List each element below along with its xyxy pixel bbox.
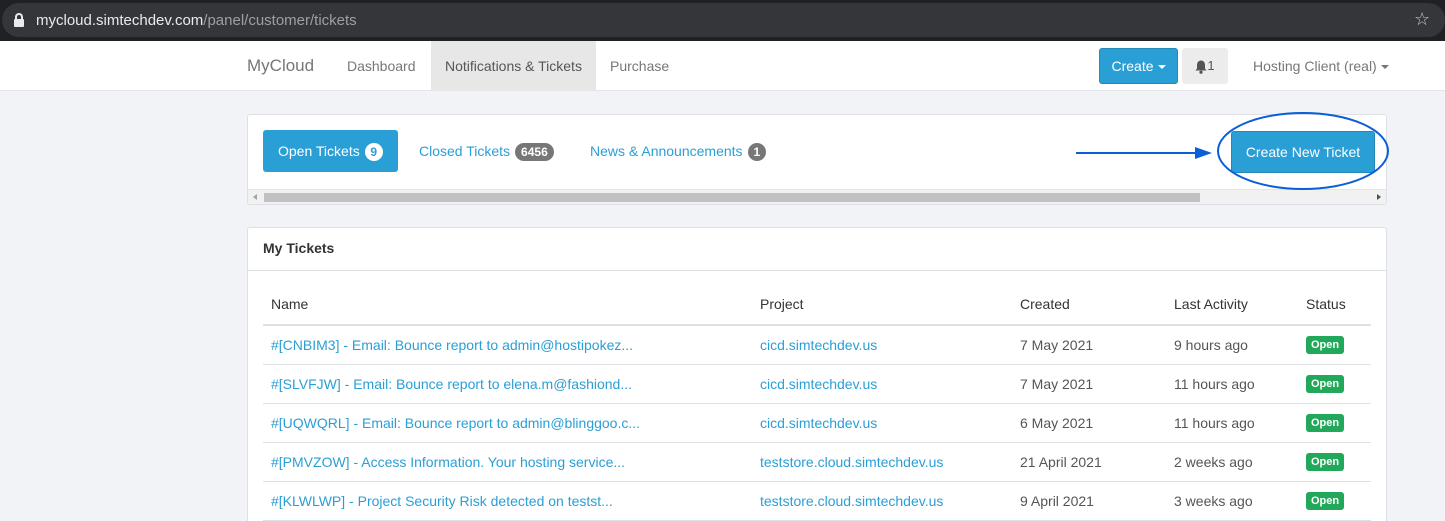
- column-header-last-activity[interactable]: Last Activity: [1166, 284, 1298, 326]
- brand-logo[interactable]: MyCloud: [247, 56, 314, 76]
- news-count-badge: 1: [747, 143, 767, 162]
- url-path: /panel/customer/tickets: [203, 12, 357, 29]
- tab-label: News & Announcements: [590, 143, 743, 159]
- ticket-name-link[interactable]: #[KLWLWP] - Project Security Risk detect…: [263, 481, 752, 521]
- nav-notifications-tickets[interactable]: Notifications & Tickets: [431, 41, 596, 91]
- caret-down-icon: [1157, 65, 1166, 70]
- tab-label: Open Tickets: [278, 143, 360, 159]
- url-host: mycloud.simtechdev.com: [36, 12, 204, 29]
- user-menu[interactable]: Hosting Client (real): [1253, 41, 1389, 91]
- ticket-status-cell: Open: [1298, 481, 1371, 521]
- ticket-name-link[interactable]: #[SLVFJW] - Email: Bounce report to elen…: [263, 364, 752, 404]
- tickets-table: Name Project Created Last Activity Statu…: [263, 284, 1371, 521]
- status-badge: Open: [1306, 375, 1345, 393]
- ticket-status-cell: Open: [1298, 364, 1371, 404]
- table-row: #[UQWQRL] - Email: Bounce report to admi…: [263, 403, 1371, 443]
- table-row: #[KLWLWP] - Project Security Risk detect…: [263, 481, 1371, 521]
- ticket-status-cell: Open: [1298, 403, 1371, 443]
- ticket-status-cell: Open: [1298, 325, 1371, 365]
- status-badge: Open: [1306, 414, 1345, 432]
- table-header-row: Name Project Created Last Activity Statu…: [263, 284, 1371, 326]
- tab-open-tickets[interactable]: Open Tickets 9: [263, 130, 398, 172]
- ticket-project-link[interactable]: cicd.simtechdev.us: [752, 325, 1012, 365]
- ticket-created: 21 April 2021: [1012, 442, 1166, 482]
- browser-address-bar: mycloud.simtechdev.com/panel/customer/ti…: [0, 0, 1445, 41]
- column-header-name[interactable]: Name: [263, 284, 752, 326]
- column-header-status[interactable]: Status: [1298, 284, 1371, 326]
- url-bar[interactable]: mycloud.simtechdev.com/panel/customer/ti…: [2, 3, 1445, 37]
- url-text[interactable]: mycloud.simtechdev.com/panel/customer/ti…: [36, 12, 357, 29]
- lock-icon[interactable]: [14, 13, 24, 27]
- panel-title: My Tickets: [248, 228, 1386, 271]
- ticket-last-activity: 9 hours ago: [1166, 325, 1298, 365]
- scroll-right-icon[interactable]: [1377, 194, 1381, 200]
- status-badge: Open: [1306, 336, 1345, 355]
- table-row: #[CNBIM3] - Email: Bounce report to admi…: [263, 325, 1371, 365]
- tab-label: Closed Tickets: [419, 143, 511, 159]
- scroll-left-icon[interactable]: [253, 194, 257, 200]
- table-row: #[PMVZOW] - Access Information. Your hos…: [263, 442, 1371, 482]
- ticket-project-link[interactable]: teststore.cloud.simtechdev.us: [752, 442, 1012, 482]
- ticket-name-link[interactable]: #[UQWQRL] - Email: Bounce report to admi…: [263, 403, 752, 443]
- ticket-project-link[interactable]: cicd.simtechdev.us: [752, 364, 1012, 404]
- bell-icon: [1195, 60, 1207, 74]
- ticket-last-activity: 3 weeks ago: [1166, 481, 1298, 521]
- table-row: #[SLVFJW] - Email: Bounce report to elen…: [263, 364, 1371, 404]
- tab-closed-tickets[interactable]: Closed Tickets 6456: [404, 130, 569, 172]
- column-header-created[interactable]: Created: [1012, 284, 1166, 326]
- ticket-name-link[interactable]: #[PMVZOW] - Access Information. Your hos…: [263, 442, 752, 482]
- ticket-created: 9 April 2021: [1012, 481, 1166, 521]
- ticket-tabs-panel: Open Tickets 9 Closed Tickets 6456 News & …: [247, 114, 1387, 205]
- create-label: Create: [1111, 58, 1154, 74]
- my-tickets-panel: My Tickets Name Project Created Last Act…: [247, 227, 1387, 521]
- nav-dashboard[interactable]: Dashboard: [333, 41, 430, 91]
- user-label: Hosting Client (real): [1253, 58, 1377, 74]
- ticket-project-link[interactable]: teststore.cloud.simtechdev.us: [752, 481, 1012, 521]
- ticket-created: 7 May 2021: [1012, 325, 1166, 365]
- ticket-last-activity: 11 hours ago: [1166, 403, 1298, 443]
- ticket-name-link[interactable]: #[CNBIM3] - Email: Bounce report to admi…: [263, 325, 752, 365]
- horizontal-scrollbar[interactable]: [248, 189, 1386, 204]
- star-icon[interactable]: ☆: [1414, 9, 1430, 30]
- ticket-created: 6 May 2021: [1012, 403, 1166, 443]
- ticket-status-cell: Open: [1298, 442, 1371, 482]
- tab-news-announcements[interactable]: News & Announcements 1: [575, 130, 781, 172]
- open-tickets-count-badge: 9: [364, 143, 383, 162]
- caret-down-icon: [1380, 65, 1389, 70]
- scrollbar-thumb[interactable]: [264, 193, 1200, 202]
- nav-purchase[interactable]: Purchase: [596, 41, 683, 91]
- top-navbar: MyCloud Dashboard Notifications & Ticket…: [0, 41, 1445, 91]
- ticket-created: 7 May 2021: [1012, 364, 1166, 404]
- ticket-last-activity: 2 weeks ago: [1166, 442, 1298, 482]
- notifications-count: 1: [1207, 58, 1215, 73]
- create-dropdown-button[interactable]: Create: [1099, 48, 1178, 84]
- status-badge: Open: [1306, 492, 1345, 510]
- status-badge: Open: [1306, 453, 1345, 471]
- ticket-last-activity: 11 hours ago: [1166, 364, 1298, 404]
- closed-tickets-count-badge: 6456: [515, 143, 554, 162]
- create-new-ticket-button[interactable]: Create New Ticket: [1231, 131, 1375, 173]
- notifications-button[interactable]: 1: [1182, 48, 1228, 84]
- column-header-project[interactable]: Project: [752, 284, 1012, 326]
- ticket-project-link[interactable]: cicd.simtechdev.us: [752, 403, 1012, 443]
